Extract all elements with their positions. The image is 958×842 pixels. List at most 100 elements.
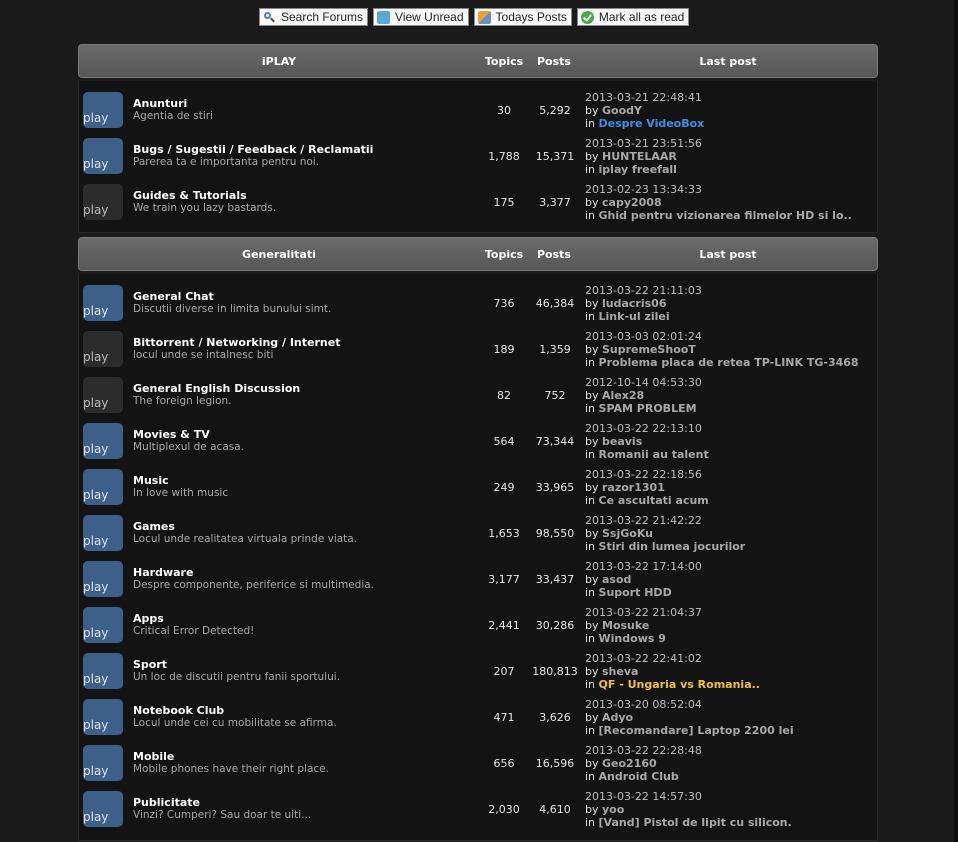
last-post-user-link[interactable]: Geo2160 (602, 757, 657, 770)
topic-count: 1,788 (488, 149, 520, 163)
forum-description: We train you lazy bastards. (133, 202, 277, 214)
forum-info: Hardware Despre componente, periferice si… (123, 566, 479, 592)
last-post-date: 2013-03-22 14:57:30 (585, 789, 702, 803)
forum-name-link[interactable]: Music (133, 474, 479, 487)
in-label: in (585, 769, 596, 783)
forum-name-link[interactable]: Bittorrent / Networking / Internet (133, 336, 479, 349)
last-post-topic-link[interactable]: Romanii au talent (599, 448, 709, 461)
forum-name-link[interactable]: Apps (133, 612, 479, 625)
last-post-topic-link[interactable]: Ghid pentru vizionarea filmelor HD si lo… (599, 209, 852, 222)
last-post-topic-link[interactable]: iplay freefall (599, 163, 677, 176)
forum-status-icon[interactable]: play (83, 745, 123, 781)
by-label: by (585, 342, 599, 356)
todays-posts-button[interactable]: Todays Posts (473, 8, 572, 26)
forum-info: Sport Un loc de discutii pentru fanii spo… (123, 658, 479, 684)
last-post-user-link[interactable]: capy2008 (602, 196, 662, 209)
forum-status-icon[interactable]: play (83, 699, 123, 735)
forum-name-link[interactable]: Hardware (133, 566, 479, 579)
last-post-topic-link[interactable]: Stiri din lumea jocurilor (599, 540, 746, 553)
post-count: 33,437 (535, 572, 575, 586)
forum-name-link[interactable]: Mobile (133, 750, 479, 763)
last-post-topic-link[interactable]: [Recomandare] Laptop 2200 lei (599, 724, 794, 737)
last-post-topic-link[interactable]: Ce ascultati acum (599, 494, 709, 507)
last-post-topic-link[interactable]: Android Club (599, 770, 679, 783)
forum-status-icon[interactable]: play (83, 184, 123, 220)
forum-row: play Music In love with music 249 33,965 2013… (79, 464, 877, 510)
forum-name-link[interactable]: Sport (133, 658, 479, 671)
forum-name-link[interactable]: Bugs / Sugestii / Feedback / Reclamatii (133, 143, 479, 156)
post-count: 3,377 (539, 195, 571, 209)
forum-status-icon[interactable]: play (83, 138, 123, 174)
forum-icon-label: play (83, 396, 109, 410)
last-post-user-link[interactable]: yoo (602, 803, 624, 816)
forum-status-icon[interactable]: play (83, 607, 123, 643)
forum-status-icon[interactable]: play (83, 653, 123, 689)
post-count: 16,596 (535, 756, 575, 770)
post-count: 752 (544, 388, 566, 402)
forum-name-link[interactable]: Games (133, 520, 479, 533)
last-post-topic-link[interactable]: Problema placa de retea TP-LINK TG-3468 (599, 356, 859, 369)
forum-name-link[interactable]: Guides & Tutorials (133, 189, 479, 202)
forum-info: Bittorrent / Networking / Internet locul … (123, 336, 479, 362)
forum-name-link[interactable]: Notebook Club (133, 704, 479, 717)
forum-status-icon[interactable]: play (83, 561, 123, 597)
last-post-user-link[interactable]: beavis (602, 435, 642, 448)
forum-name-link[interactable]: Anunturi (133, 97, 479, 110)
forum-info: Guides & Tutorials We train you lazy bast… (123, 189, 479, 215)
last-post: 2013-03-21 22:48:41 by GoodY in Despre Vid… (581, 91, 877, 130)
in-label: in (585, 493, 596, 507)
forum-status-icon[interactable]: play (83, 92, 123, 128)
forum-description: In love with music (133, 487, 229, 499)
forum-status-icon[interactable]: play (83, 285, 123, 321)
post-count: 46,384 (535, 296, 575, 310)
by-label: by (585, 756, 599, 770)
last-post-topic-link[interactable]: QF - Ungaria vs Romania.. (599, 678, 760, 691)
last-post-user-link[interactable]: razor1301 (602, 481, 665, 494)
last-post-user-link[interactable]: ludacris06 (602, 297, 666, 310)
forum-status-icon[interactable]: play (83, 515, 123, 551)
last-post-topic-link[interactable]: Windows 9 (599, 632, 666, 645)
post-count: 15,371 (535, 149, 575, 163)
last-post-user-link[interactable]: sheva (602, 665, 638, 678)
last-post-user-link[interactable]: SupremeShooT (602, 343, 696, 356)
last-post: 2013-03-21 23:51:56 by HUNTELAAR in iplay … (581, 137, 877, 176)
last-post-topic-link[interactable]: Despre VideoBox (599, 117, 705, 130)
last-post-user-link[interactable]: Mosuke (602, 619, 649, 632)
forum-icon-label: play (83, 304, 109, 318)
by-label: by (585, 618, 599, 632)
category-title[interactable]: Generalitati (79, 248, 479, 261)
forum-status-icon[interactable]: play (83, 469, 123, 505)
forum-icon-label: play (83, 157, 109, 171)
forum-status-icon[interactable]: play (83, 791, 123, 827)
last-post-user-link[interactable]: asod (602, 573, 631, 586)
forum-name-link[interactable]: General Chat (133, 290, 479, 303)
last-post-topic-link[interactable]: SPAM PROBLEM (599, 402, 697, 415)
forum-description: locul unde se intalnesc biti (133, 349, 274, 361)
last-post-topic-link[interactable]: [Vand] Pistol de lipit cu silicon. (599, 816, 792, 829)
in-label: in (585, 677, 596, 691)
forum-description: Critical Error Detected! (133, 625, 255, 637)
forum-status-icon[interactable]: play (83, 377, 123, 413)
last-post-user-link[interactable]: SsjGoKu (602, 527, 653, 540)
last-post: 2013-03-22 21:42:22 by SsjGoKu in Stiri di… (581, 514, 877, 553)
category-title[interactable]: iPLAY (79, 55, 479, 68)
forum-name-link[interactable]: Movies & TV (133, 428, 479, 441)
last-post-topic-link[interactable]: Link-ul zilei (599, 310, 670, 323)
last-post-user-link[interactable]: HUNTELAAR (602, 150, 677, 163)
view-unread-button[interactable]: View Unread (373, 8, 469, 26)
last-post-date: 2013-03-22 22:13:10 (585, 421, 702, 435)
last-post-topic-link[interactable]: Suport HDD (599, 586, 672, 599)
mark-all-read-button[interactable]: Mark all as read (576, 8, 690, 26)
search-forums-button[interactable]: Search Forums (259, 8, 369, 26)
forum-name-link[interactable]: Publicitate (133, 796, 479, 809)
forum-description: Vinzi? Cumperi? Sau doar te uiti... (133, 809, 312, 821)
forum-description: Mobile phones have their right place. (133, 763, 329, 775)
forum-name-link[interactable]: General English Discussion (133, 382, 479, 395)
forum-status-icon[interactable]: play (83, 331, 123, 367)
forum-status-icon[interactable]: play (83, 423, 123, 459)
topic-count: 82 (497, 388, 511, 402)
last-post-user-link[interactable]: GoodY (602, 104, 642, 117)
last-post-user-link[interactable]: Alex28 (602, 389, 644, 402)
last-post-user-link[interactable]: Adyo (602, 711, 633, 724)
forum-row: play General English Discussion The foreig… (79, 372, 877, 418)
